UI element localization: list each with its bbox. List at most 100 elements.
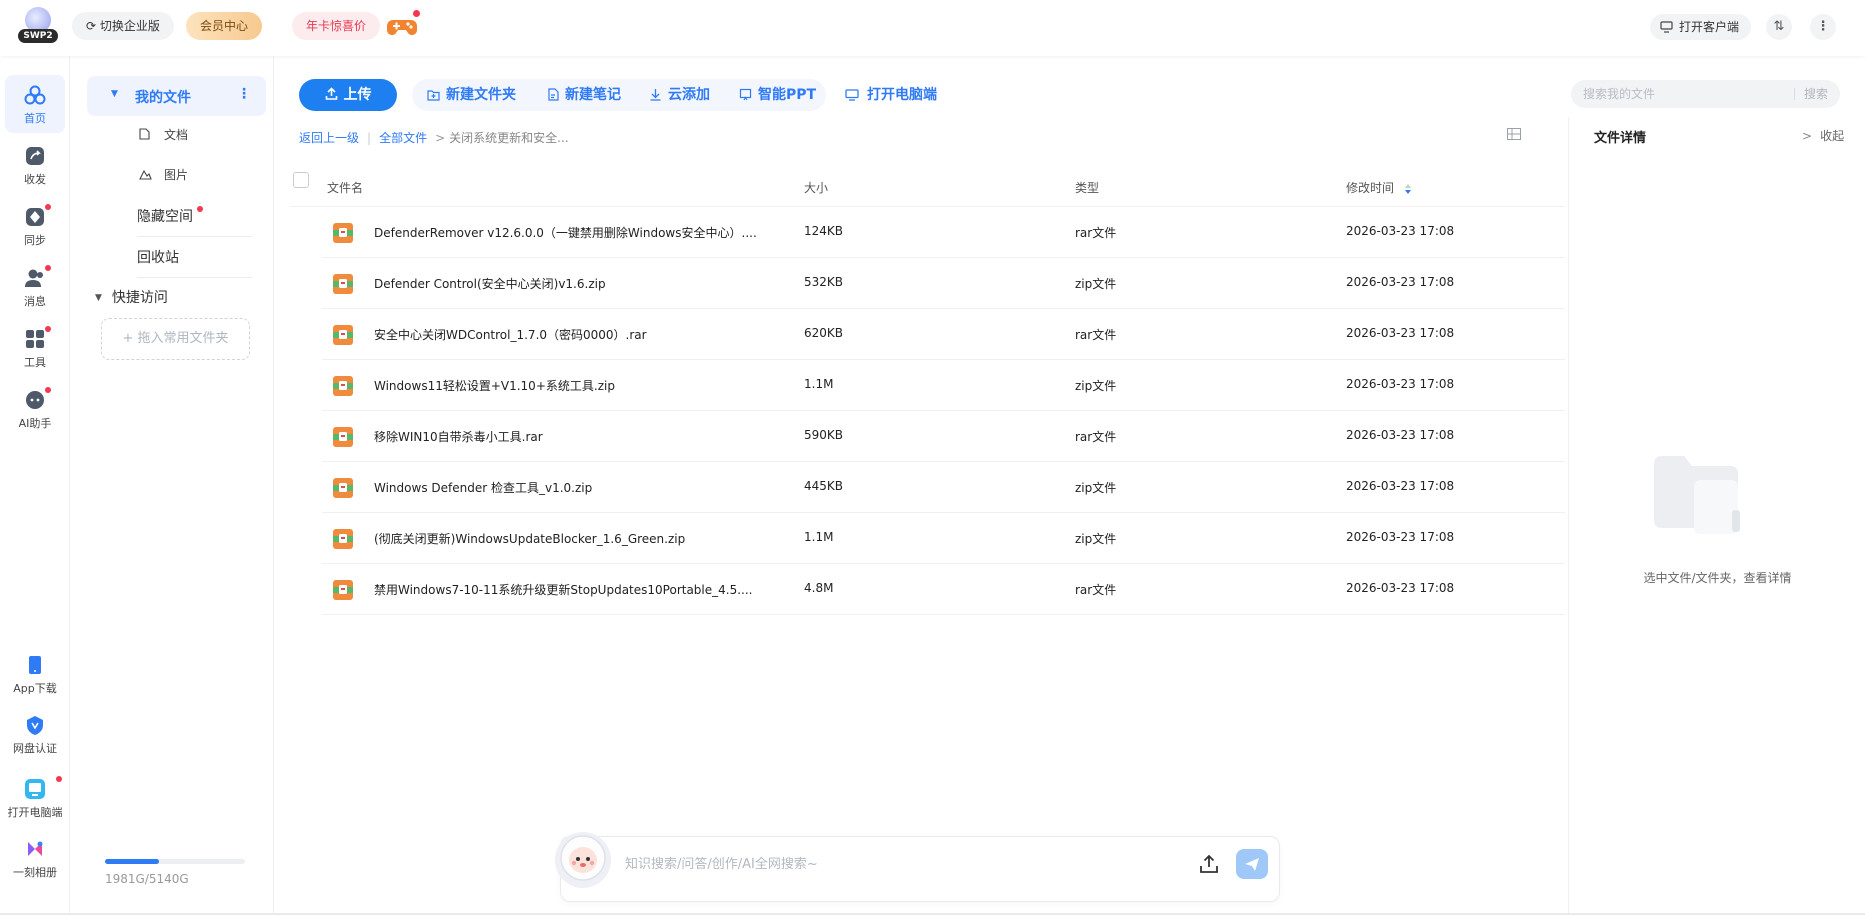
archive-file-icon — [333, 274, 353, 294]
sidebar-item-recycle-bin[interactable]: 回收站 — [137, 247, 179, 267]
file-size: 4.8M — [804, 581, 834, 595]
file-type: rar文件 — [1075, 583, 1117, 597]
file-table-header: 文件名 大小 类型 修改时间 — [290, 165, 1565, 207]
new-note-button[interactable]: 新建笔记 — [547, 79, 621, 111]
file-name[interactable]: Windows11轻松设置+V1.10+系统工具.zip — [374, 377, 615, 394]
ai-mascot-avatar[interactable] — [551, 830, 615, 892]
file-search-box: 搜索 — [1571, 80, 1840, 108]
breadcrumb-separator: | — [367, 131, 372, 145]
send-plane-icon — [1245, 858, 1259, 871]
archive-file-icon — [333, 325, 353, 345]
smart-ppt-button[interactable]: 智能PPT — [739, 79, 816, 111]
table-row[interactable]: 安全中心关闭WDControl_1.7.0（密码0000）.rar 620KB ra… — [322, 309, 1565, 360]
more-menu-button[interactable]: ⋮ — [1810, 14, 1836, 40]
more-icon: ⋮ — [1816, 19, 1830, 34]
messages-icon — [25, 269, 43, 287]
nav-messages[interactable]: 消息 — [5, 258, 65, 316]
nav-verification[interactable]: 网盘认证 — [5, 705, 65, 763]
ai-send-button[interactable] — [1236, 849, 1268, 879]
file-name[interactable]: (彻底关闭更新)WindowsUpdateBlocker_1.6_Green.z… — [374, 530, 685, 547]
sidebar-item-docs[interactable]: 文档 — [139, 126, 188, 143]
column-header-size[interactable]: 大小 — [804, 179, 828, 196]
column-header-modified[interactable]: 修改时间 — [1346, 179, 1412, 196]
column-header-name[interactable]: 文件名 — [327, 179, 363, 196]
breadcrumb-all-files-link[interactable]: 全部文件 — [379, 129, 427, 146]
archive-file-icon — [333, 478, 353, 498]
sync-badge-dot — [45, 204, 51, 210]
upload-icon[interactable] — [1198, 853, 1220, 875]
table-row[interactable]: 移除WIN10自带杀毒小工具.rar 590KB rar文件 2026-03-23 1… — [322, 411, 1565, 462]
open-client-button[interactable]: 打开客户端 — [1650, 14, 1752, 40]
action-toolbar: 新建文件夹 新建笔记 云添加 智能PPT — [412, 79, 826, 111]
nav-app-download[interactable]: App下载 — [5, 645, 65, 703]
quick-access-drop-zone[interactable]: + 拖入常用文件夹 — [101, 318, 250, 360]
table-row[interactable]: Windows11轻松设置+V1.10+系统工具.zip 1.1M zip文件 202… — [322, 360, 1565, 411]
table-row[interactable]: (彻底关闭更新)WindowsUpdateBlocker_1.6_Green.z… — [322, 513, 1565, 564]
more-options-icon[interactable]: ⋮ — [237, 86, 251, 102]
file-name[interactable]: Defender Control(安全中心关闭)v1.6.zip — [374, 275, 606, 292]
nav-sync[interactable]: 同步 — [5, 197, 65, 255]
app-logo[interactable]: SWP2 — [18, 7, 58, 45]
verified-shield-icon — [27, 716, 43, 735]
new-folder-label: 新建文件夹 — [446, 87, 516, 103]
switch-enterprise-button[interactable]: ⟳ 切换企业版 — [72, 12, 174, 40]
search-button[interactable]: 搜索 — [1804, 80, 1828, 108]
archive-file-icon — [333, 580, 353, 600]
sidebar-item-recycle-bin-label: 回收站 — [137, 250, 179, 266]
file-type: rar文件 — [1075, 430, 1117, 444]
file-type: zip文件 — [1075, 277, 1117, 291]
chevron-right-icon: > — [1802, 129, 1813, 143]
home-icon — [24, 85, 46, 105]
file-name[interactable]: 移除WIN10自带杀毒小工具.rar — [374, 428, 543, 445]
upload-label: 上传 — [343, 87, 372, 103]
ai-query-input[interactable] — [625, 852, 1125, 876]
transfer-list-button[interactable]: ⇅ — [1766, 14, 1792, 40]
tools-badge-dot — [45, 326, 51, 332]
table-row[interactable]: Windows Defender 检查工具_v1.0.zip 445KB zip文件… — [322, 462, 1565, 513]
details-collapse-button[interactable]: > 收起 — [1802, 127, 1844, 144]
file-size: 590KB — [804, 428, 844, 442]
file-type: zip文件 — [1075, 532, 1117, 546]
album-icon — [28, 841, 43, 856]
sidebar-item-hidden-space[interactable]: 隐藏空间 — [137, 206, 193, 226]
member-center-button[interactable]: 会员中心 — [186, 12, 263, 40]
file-name[interactable]: Windows Defender 检查工具_v1.0.zip — [374, 479, 592, 496]
tools-icon — [26, 330, 44, 348]
table-row[interactable]: 禁用Windows7-10-11系统升级更新StopUpdates10Porta… — [322, 564, 1565, 615]
sidebar-item-my-files-label: 我的文件 — [135, 90, 191, 106]
table-row[interactable]: DefenderRemover v12.6.0.0（一键禁用删除Windows安… — [322, 207, 1565, 258]
new-folder-icon — [427, 90, 440, 101]
nav-album[interactable]: 一刻相册 — [5, 829, 65, 887]
annual-offer-button[interactable]: 年卡惊喜价 — [292, 12, 381, 40]
view-toggle-icon[interactable] — [1507, 128, 1521, 140]
sidebar-item-images[interactable]: 图片 — [139, 166, 188, 183]
nav-tools[interactable]: 工具 — [5, 319, 65, 377]
nav-ai-assistant-label: AI助手 — [18, 417, 52, 430]
open-desktop-button[interactable]: 打开电脑端 — [845, 79, 937, 111]
ai-assistant-icon — [26, 391, 44, 409]
sidebar-item-my-files[interactable]: ▼ 我的文件 ⋮ — [87, 76, 266, 116]
logo-text: SWP2 — [18, 29, 58, 43]
empty-folder-icon — [1654, 456, 1740, 534]
nav-home[interactable]: 首页 — [5, 75, 65, 133]
select-all-checkbox[interactable] — [293, 172, 309, 188]
file-search-input[interactable] — [1583, 80, 1783, 108]
file-type: zip文件 — [1075, 379, 1117, 393]
file-name[interactable]: 禁用Windows7-10-11系统升级更新StopUpdates10Porta… — [374, 581, 752, 598]
breadcrumb-back-link[interactable]: 返回上一级 — [299, 129, 359, 146]
cloud-add-button[interactable]: 云添加 — [649, 79, 710, 111]
upload-button[interactable]: 上传 — [299, 79, 397, 111]
new-folder-button[interactable]: 新建文件夹 — [427, 79, 516, 111]
sort-arrows-icon[interactable] — [1404, 183, 1412, 195]
file-name[interactable]: DefenderRemover v12.6.0.0（一键禁用删除Windows安… — [374, 224, 757, 241]
file-name[interactable]: 安全中心关闭WDControl_1.7.0（密码0000）.rar — [374, 326, 647, 343]
gamepad-icon[interactable] — [387, 14, 417, 38]
column-header-type[interactable]: 类型 — [1075, 179, 1099, 196]
table-row[interactable]: Defender Control(安全中心关闭)v1.6.zip 532KB zip… — [322, 258, 1565, 309]
file-size: 124KB — [804, 224, 844, 238]
sidebar-item-quick-access[interactable]: ▼ 快捷访问 — [95, 287, 168, 307]
image-icon — [139, 169, 152, 180]
nav-ai-assistant[interactable]: AI助手 — [5, 380, 65, 438]
nav-transfer[interactable]: 收发 — [5, 136, 65, 194]
ppt-icon — [739, 88, 752, 101]
